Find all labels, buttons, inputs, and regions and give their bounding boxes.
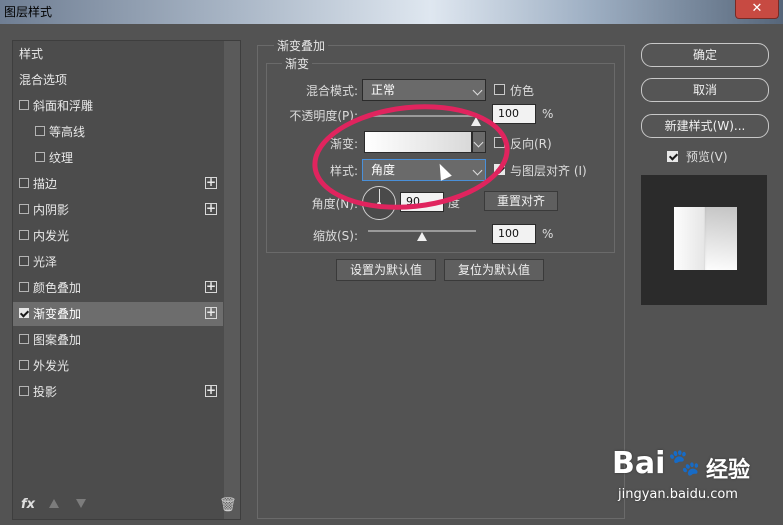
style-item-label: 投影	[33, 385, 58, 399]
style-item[interactable]: 颜色叠加 +	[13, 276, 223, 300]
style-item-label: 内发光	[33, 229, 70, 243]
close-button[interactable]: ✕	[735, 0, 779, 19]
preview-checkbox[interactable]	[667, 151, 678, 162]
style-item-checkbox[interactable]	[19, 308, 29, 318]
preview-label: 预览(V)	[686, 150, 728, 164]
title-bar: 图层样式 ✕	[0, 0, 783, 24]
scale-label: 缩放(S):	[312, 229, 358, 243]
style-item-label: 内阴影	[33, 203, 70, 217]
add-effect-icon[interactable]: +	[205, 176, 217, 189]
blend-mode-value: 正常	[371, 83, 396, 97]
new-style-button[interactable]: 新建样式(W)...	[641, 114, 769, 138]
style-item-label: 描边	[33, 177, 58, 191]
style-item-checkbox[interactable]	[35, 126, 45, 136]
add-effect-icon[interactable]: +	[205, 384, 217, 397]
watermark-brand-right: 经验	[706, 458, 751, 483]
scale-input[interactable]: 100	[492, 224, 536, 244]
reset-default-button[interactable]: 复位为默认值	[444, 259, 544, 281]
style-item-checkbox[interactable]	[19, 386, 29, 396]
style-item[interactable]: 纹理	[13, 146, 223, 170]
style-item[interactable]: 等高线	[13, 120, 223, 144]
style-item[interactable]: 样式	[13, 42, 223, 66]
window-title: 图层样式	[4, 5, 53, 19]
set-default-button[interactable]: 设置为默认值	[336, 259, 436, 281]
style-item[interactable]: 外发光	[13, 354, 223, 378]
style-item-label: 图案叠加	[33, 333, 82, 347]
reset-alignment-button[interactable]: 重置对齐	[484, 191, 558, 211]
opacity-unit: %	[542, 107, 554, 121]
add-effect-icon[interactable]: +	[205, 306, 217, 319]
opacity-input[interactable]: 100	[492, 104, 536, 124]
style-item-label: 纹理	[49, 151, 74, 165]
gradient-subgroup-title: 渐变	[282, 55, 313, 72]
style-item-label: 斜面和浮雕	[33, 99, 94, 113]
watermark: Bai 🐾 经验 jingyan.baidu.com	[612, 446, 772, 512]
move-down-icon[interactable]	[76, 499, 86, 508]
dither-label: 仿色	[510, 84, 535, 98]
style-item[interactable]: 描边 +	[13, 172, 223, 196]
style-item-label: 样式	[19, 47, 44, 61]
watermark-url: jingyan.baidu.com	[618, 487, 738, 502]
paw-icon: 🐾	[668, 448, 701, 478]
style-item[interactable]: 投影 +	[13, 380, 223, 404]
align-with-layer-label: 与图层对齐 (I)	[510, 164, 587, 178]
chevron-down-icon	[472, 85, 483, 96]
style-item-checkbox[interactable]	[19, 282, 29, 292]
reverse-label: 反向(R)	[510, 137, 552, 151]
gradient-overlay-title: 渐变叠加	[274, 37, 329, 54]
cancel-button[interactable]: 取消	[641, 78, 769, 102]
blend-mode-label: 混合模式:	[305, 84, 358, 98]
style-item[interactable]: 内阴影 +	[13, 198, 223, 222]
style-item-checkbox[interactable]	[19, 334, 29, 344]
blend-mode-select[interactable]: 正常	[362, 79, 486, 101]
style-item-checkbox[interactable]	[19, 204, 29, 214]
style-item-checkbox[interactable]	[19, 256, 29, 266]
dither-checkbox[interactable]	[494, 84, 505, 95]
style-item[interactable]: 混合选项	[13, 68, 223, 92]
style-item-label: 混合选项	[19, 73, 68, 87]
ok-button[interactable]: 确定	[641, 43, 769, 67]
style-item[interactable]: 光泽	[13, 250, 223, 274]
move-up-icon[interactable]	[49, 499, 59, 508]
style-item[interactable]: 渐变叠加 +	[13, 302, 223, 326]
preview-thumbnail	[641, 175, 767, 305]
watermark-brand-left: Bai	[612, 446, 666, 481]
style-item-checkbox[interactable]	[19, 178, 29, 188]
style-item-checkbox[interactable]	[19, 230, 29, 240]
style-item[interactable]: 内发光	[13, 224, 223, 248]
preview-swatch	[674, 207, 737, 270]
style-item-label: 渐变叠加	[33, 307, 82, 321]
scale-unit: %	[542, 227, 554, 241]
styles-list-scrollbar[interactable]	[224, 41, 240, 519]
style-item-label: 外发光	[33, 359, 70, 373]
add-effect-icon[interactable]: +	[205, 202, 217, 215]
styles-list-footer: fx 🗑	[13, 495, 241, 517]
style-item-checkbox[interactable]	[35, 152, 45, 162]
add-effect-icon[interactable]: +	[205, 280, 217, 293]
style-item-checkbox[interactable]	[19, 360, 29, 370]
style-item[interactable]: 图案叠加	[13, 328, 223, 352]
style-item-label: 颜色叠加	[33, 281, 82, 295]
style-item[interactable]: 斜面和浮雕	[13, 94, 223, 118]
style-item-checkbox[interactable]	[19, 100, 29, 110]
trash-icon[interactable]: 🗑	[219, 497, 237, 513]
scale-slider-thumb[interactable]	[417, 232, 427, 241]
style-item-label: 等高线	[49, 125, 86, 139]
fx-icon[interactable]: fx	[21, 497, 35, 512]
style-item-label: 光泽	[33, 255, 58, 269]
